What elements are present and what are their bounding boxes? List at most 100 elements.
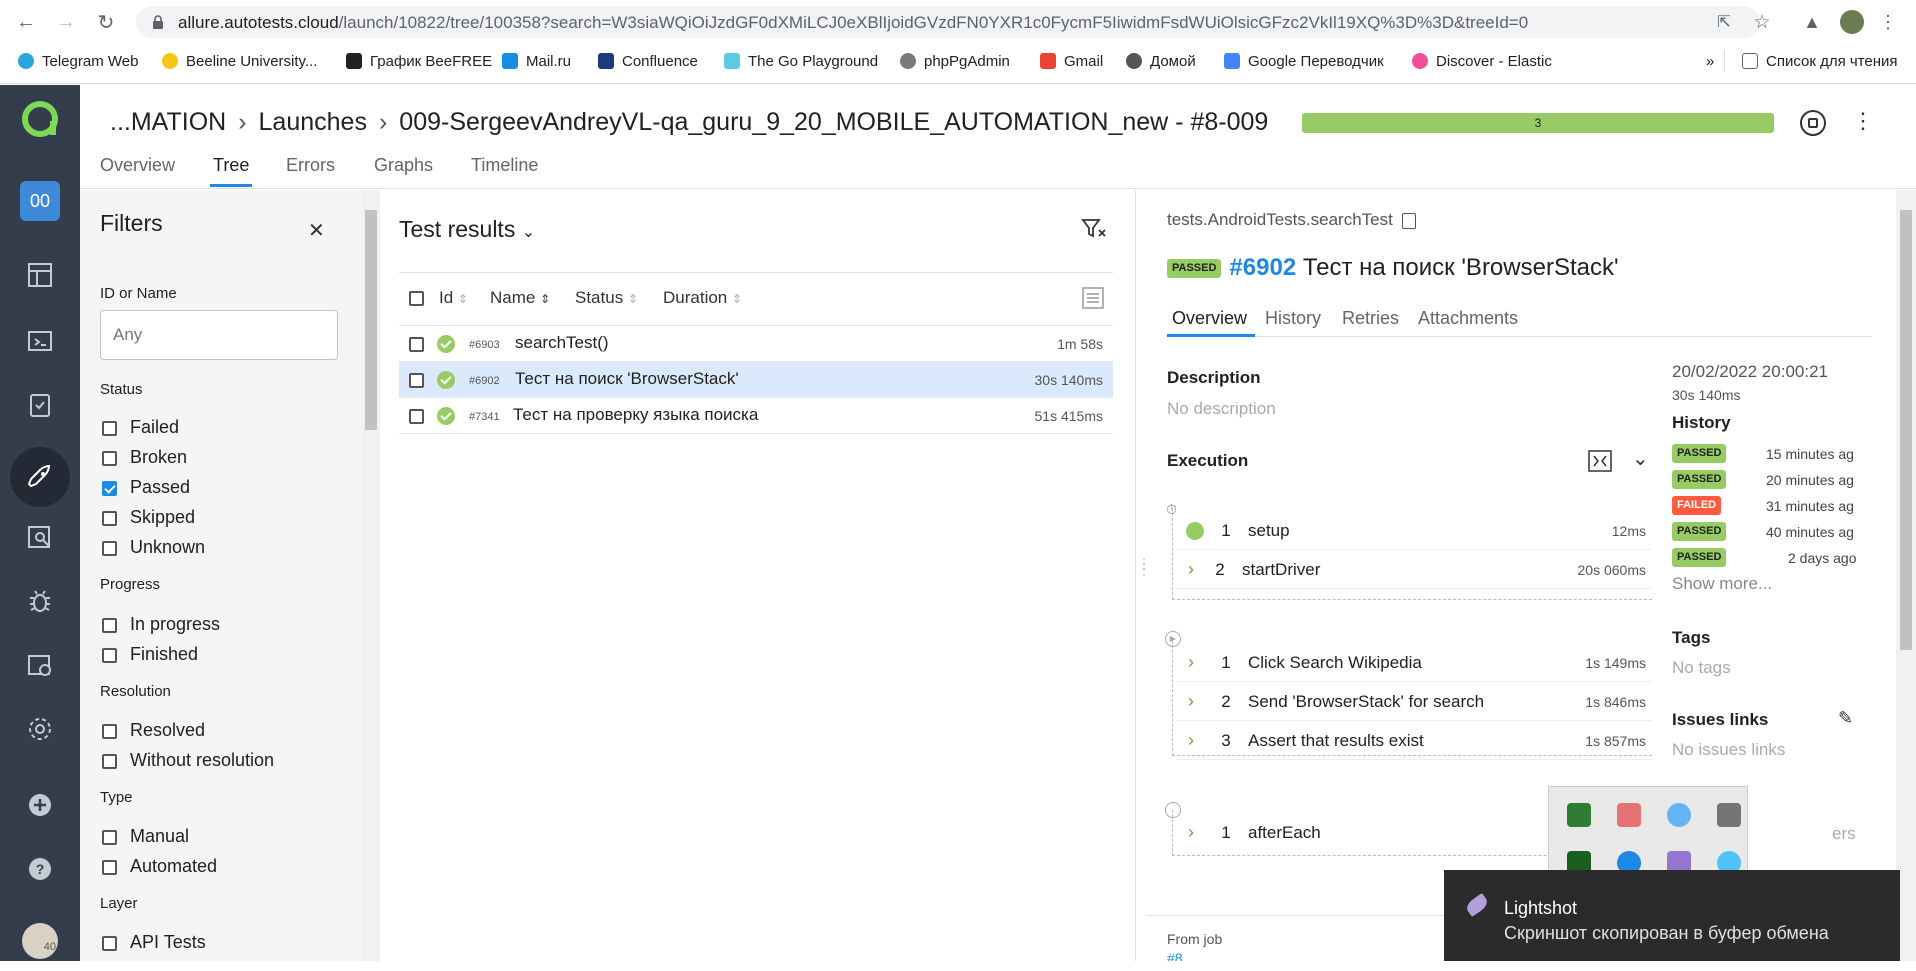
edit-pencil-icon[interactable]: ✎ — [1838, 708, 1853, 729]
more-bookmarks-button[interactable]: » — [1706, 50, 1714, 72]
defects-bug-icon[interactable] — [20, 581, 60, 621]
column-duration[interactable]: Duration ⇕ — [663, 288, 742, 308]
status-broken-checkbox[interactable] — [102, 451, 117, 466]
close-icon[interactable]: ✕ — [308, 218, 325, 243]
without-resolution-checkbox[interactable] — [102, 754, 117, 769]
crumb-project[interactable]: ...MATION — [110, 108, 226, 136]
launches-rocket-icon[interactable] — [10, 447, 70, 507]
column-settings-icon[interactable] — [1081, 286, 1105, 315]
details-scrollbar[interactable] — [1896, 190, 1916, 961]
tab-timeline[interactable]: Timeline — [471, 155, 538, 176]
clear-filter-icon[interactable] — [1081, 218, 1107, 245]
body-step[interactable]: › 1 Click Search Wikipedia 1s 149ms — [1176, 644, 1652, 682]
tab-errors[interactable]: Errors — [286, 155, 335, 176]
tab-details-retries[interactable]: Retries — [1342, 308, 1399, 329]
project-badge[interactable]: 00 — [20, 181, 60, 221]
dashboards-icon[interactable] — [20, 255, 60, 295]
id-name-input[interactable] — [100, 310, 338, 360]
user-avatar[interactable]: 40 — [20, 921, 60, 961]
tab-overview[interactable]: Overview — [100, 155, 175, 176]
extensions-icon[interactable]: ▲ — [1798, 8, 1826, 36]
crumb-launch[interactable]: 009-SergeevAndreyVL-qa_guru_9_20_MOBILE_… — [399, 108, 1268, 136]
filters-scrollbar[interactable] — [362, 190, 380, 961]
tab-details-attachments[interactable]: Attachments — [1418, 308, 1518, 329]
history-item[interactable]: PASSED 15 minutes ag — [1672, 443, 1872, 469]
share-icon[interactable]: ⇱ — [1710, 8, 1738, 36]
status-skipped-checkbox[interactable] — [102, 511, 117, 526]
row-checkbox[interactable] — [409, 373, 424, 388]
table-row[interactable]: #7341 Тест на проверку языка поиска 51s … — [399, 398, 1113, 434]
from-job-link[interactable]: #8 — [1167, 950, 1183, 961]
row-checkbox[interactable] — [409, 409, 424, 424]
bookmark-beeline[interactable]: Beeline University... — [162, 50, 317, 72]
bookmark-gmail[interactable]: Gmail — [1040, 50, 1103, 72]
chevron-down-icon[interactable]: ⌄ — [1632, 446, 1649, 471]
tab-details-overview[interactable]: Overview — [1172, 308, 1247, 329]
scrollbar-thumb[interactable] — [365, 210, 377, 430]
bookmark-beefree[interactable]: График BeeFREE — [346, 50, 492, 72]
resolved-checkbox[interactable] — [102, 724, 117, 739]
star-icon[interactable]: ☆ — [1748, 8, 1776, 36]
history-item[interactable]: PASSED 20 minutes ag — [1672, 469, 1872, 495]
in-progress-checkbox[interactable] — [102, 618, 117, 633]
setup-step[interactable]: 1 setup 12ms — [1176, 512, 1652, 550]
row-checkbox[interactable] — [409, 337, 424, 352]
reload-icon[interactable]: ↻ — [92, 8, 120, 36]
speaker-icon[interactable] — [1617, 803, 1641, 827]
history-item[interactable]: FAILED 31 minutes ag — [1672, 495, 1872, 521]
test-id-link[interactable]: #6902 — [1229, 254, 1296, 281]
column-name[interactable]: Name ⇕ — [490, 288, 550, 308]
body-step[interactable]: › 3 Assert that results exist 1s 857ms — [1176, 722, 1652, 760]
analytics-icon[interactable] — [20, 517, 60, 557]
finished-checkbox[interactable] — [102, 648, 117, 663]
table-row[interactable]: #6903 searchTest() 1m 58s — [399, 326, 1113, 362]
show-more-link[interactable]: Show more... — [1672, 574, 1772, 594]
allure-logo-icon[interactable] — [20, 99, 60, 139]
network-icon[interactable] — [1667, 803, 1691, 827]
status-failed-checkbox[interactable] — [102, 421, 117, 436]
reading-list-button[interactable]: Список для чтения — [1742, 50, 1898, 72]
profile-avatar[interactable] — [1838, 8, 1866, 36]
bookmark-google-translate[interactable]: Google Переводчик — [1224, 50, 1384, 72]
results-title[interactable]: Test results ⌄ — [399, 216, 535, 243]
history-item[interactable]: PASSED 40 minutes ag — [1672, 521, 1872, 547]
copy-icon[interactable] — [1401, 212, 1416, 229]
add-icon[interactable] — [20, 785, 60, 825]
status-passed-checkbox[interactable] — [102, 481, 117, 496]
column-id[interactable]: Id ⇕ — [439, 288, 468, 308]
expand-all-icon[interactable] — [1588, 450, 1612, 477]
tab-graphs[interactable]: Graphs — [374, 155, 433, 176]
tab-tree[interactable]: Tree — [213, 155, 249, 176]
bookmark-home[interactable]: Домой — [1126, 50, 1196, 72]
bookmark-telegram[interactable]: Telegram Web — [18, 50, 138, 72]
back-arrow-icon[interactable]: ← — [12, 8, 40, 36]
test-plans-icon[interactable] — [20, 385, 60, 425]
automated-checkbox[interactable] — [102, 860, 117, 875]
scrollbar-thumb[interactable] — [1900, 210, 1912, 650]
forward-arrow-icon[interactable]: → — [52, 8, 80, 36]
bookmark-mailru[interactable]: Mail.ru — [502, 50, 571, 72]
bookmark-confluence[interactable]: Confluence — [598, 50, 698, 72]
body-step[interactable]: › 2 Send 'BrowserStack' for search 1s 84… — [1176, 683, 1652, 721]
select-all-checkbox[interactable] — [409, 291, 424, 306]
manual-checkbox[interactable] — [102, 830, 117, 845]
history-item[interactable]: PASSED 2 days ago — [1672, 547, 1872, 573]
jobs-icon[interactable] — [20, 645, 60, 685]
settings-gear-icon[interactable] — [20, 709, 60, 749]
bookmark-phppgadmin[interactable]: phpPgAdmin — [900, 50, 1010, 72]
address-bar[interactable]: allure.autotests.cloud/launch/10822/tree… — [136, 6, 1760, 38]
menu-kebab-icon[interactable]: ⋮ — [1874, 8, 1902, 36]
display-icon[interactable] — [1717, 803, 1741, 827]
test-cases-icon[interactable] — [20, 321, 60, 361]
tab-details-history[interactable]: History — [1265, 308, 1321, 329]
notification-toast[interactable]: Lightshot Скриншот скопирован в буфер об… — [1444, 870, 1900, 961]
status-unknown-checkbox[interactable] — [102, 541, 117, 556]
bookmark-go-playground[interactable]: The Go Playground — [724, 50, 878, 72]
bookmark-elastic[interactable]: Discover - Elastic — [1412, 50, 1552, 72]
launch-status-icon[interactable] — [1800, 110, 1826, 136]
api-tests-checkbox[interactable] — [102, 936, 117, 951]
crumb-launches[interactable]: Launches — [259, 108, 367, 136]
launch-menu-icon[interactable]: ⋮ — [1852, 108, 1874, 134]
shield-icon[interactable] — [1567, 803, 1591, 827]
setup-step[interactable]: › 2 startDriver 20s 060ms — [1176, 551, 1652, 589]
